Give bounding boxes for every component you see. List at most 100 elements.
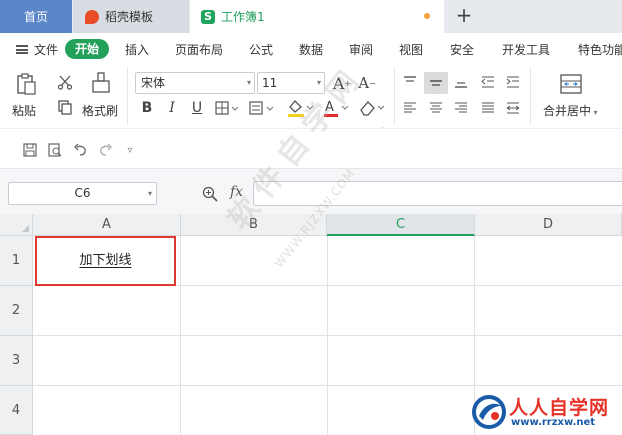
tab-template-label: 稻壳模板 [105, 10, 154, 24]
chevron-down-icon: ▾ [591, 108, 598, 117]
paint-brush-icon [92, 72, 110, 93]
save-button[interactable] [22, 142, 38, 158]
menu-bar: 文件 开始 插入 页面布局 公式 数据 审阅 视图 安全 开发工具 特色功能 [0, 33, 622, 66]
increase-font-button[interactable]: A + [332, 73, 352, 93]
ribbon-separator [127, 68, 128, 124]
svg-text:A: A [325, 100, 334, 115]
site-logo-name: 人人自学网 [509, 397, 610, 419]
tab-home-label: 首页 [23, 10, 48, 24]
cut-button[interactable] [55, 72, 75, 92]
increase-indent-button[interactable] [505, 74, 521, 90]
print-preview-button[interactable] [47, 142, 63, 158]
quick-access-toolbar: ▿ [0, 128, 622, 168]
font-name-select[interactable]: 宋体 ▾ [135, 72, 255, 94]
align-center-button[interactable] [428, 100, 444, 116]
paste-icon [17, 73, 36, 95]
menu-file[interactable]: 文件 [16, 41, 58, 58]
copy-button[interactable] [55, 97, 75, 117]
merge-center-button[interactable] [558, 71, 584, 97]
new-tab-button[interactable]: + [453, 5, 475, 27]
font-size-value: 11 [262, 76, 278, 90]
menu-security[interactable]: 安全 [450, 41, 474, 58]
tab-bar: 首页 稻壳模板 S 工作簿1 + [0, 0, 622, 33]
align-bottom-icon [455, 82, 467, 88]
merge-center-label: 合并居中 ▾ [543, 102, 598, 119]
distributed-button[interactable] [505, 100, 521, 116]
menu-insert[interactable]: 插入 [125, 41, 149, 58]
chevron-down-icon: ▾ [316, 78, 321, 87]
fill-color-button[interactable] [285, 97, 315, 119]
save-icon [23, 143, 37, 157]
fill-pattern-icon [249, 101, 274, 115]
align-left-button[interactable] [402, 100, 418, 116]
italic-button[interactable]: I [164, 99, 180, 117]
distribute-icon [506, 102, 520, 114]
align-middle-button[interactable] [428, 75, 444, 91]
font-color-button[interactable]: A [321, 97, 351, 119]
menu-formulas[interactable]: 公式 [249, 41, 273, 58]
menu-page-layout[interactable]: 页面布局 [175, 41, 223, 58]
indent-icon [506, 76, 519, 88]
merge-cells-icon [560, 74, 582, 94]
copy-icon [58, 100, 72, 115]
menu-developer[interactable]: 开发工具 [502, 41, 550, 58]
justify-button[interactable] [480, 100, 496, 116]
row-header-4[interactable]: 4 [0, 386, 33, 435]
tab-template[interactable]: 稻壳模板 [73, 0, 189, 33]
menu-view[interactable]: 视图 [399, 41, 423, 58]
borders-icon [215, 101, 239, 115]
row-header-2[interactable]: 2 [0, 286, 33, 336]
column-header-b[interactable]: B [181, 214, 327, 236]
chevron-down-icon: ▾ [147, 189, 152, 198]
tab-workbook[interactable]: S 工作簿1 [190, 0, 444, 33]
row-header-1[interactable]: 1 [0, 236, 33, 286]
decrease-font-button[interactable]: A − [357, 73, 377, 93]
unsaved-dot-icon [424, 13, 430, 19]
align-right-button[interactable] [453, 100, 469, 116]
font-size-select[interactable]: 11 ▾ [257, 72, 325, 94]
tab-home[interactable]: 首页 [0, 0, 72, 33]
column-header-c[interactable]: C [327, 214, 475, 236]
align-top-icon [404, 76, 416, 82]
cell-a1[interactable]: 加下划线 [35, 236, 176, 286]
undo-button[interactable] [72, 142, 88, 158]
column-header-d[interactable]: D [475, 214, 622, 236]
menu-features[interactable]: 特色功能 [578, 41, 622, 58]
outdent-icon [481, 76, 494, 88]
redo-icon [100, 143, 112, 156]
align-bottom-button[interactable] [453, 74, 469, 90]
align-right-icon [455, 102, 467, 113]
insert-function-button[interactable]: fx [230, 184, 243, 200]
daoke-logo-icon [85, 9, 99, 24]
grid-line [33, 335, 622, 336]
borders-button[interactable] [214, 99, 240, 117]
decrease-indent-button[interactable] [480, 74, 496, 90]
menu-review[interactable]: 审阅 [349, 41, 373, 58]
merge-center-text: 合并居中 [543, 104, 592, 118]
format-painter-button[interactable] [90, 70, 112, 96]
underline-button[interactable]: U [189, 99, 205, 117]
menu-data[interactable]: 数据 [299, 41, 323, 58]
select-all-corner[interactable] [0, 214, 33, 236]
site-logo-icon [472, 395, 506, 429]
chevron-down-icon: ▾ [246, 78, 251, 87]
name-box[interactable]: C6 ▾ [8, 182, 157, 205]
ribbon-separator [394, 68, 395, 124]
align-top-button[interactable] [402, 74, 418, 90]
format-painter-label: 格式刷 [82, 104, 119, 118]
zoom-icon[interactable] [202, 186, 218, 202]
fill-pattern-button[interactable] [248, 99, 276, 117]
customize-qat-chevron-icon[interactable]: ▿ [124, 142, 136, 158]
align-left-icon [404, 102, 416, 113]
menu-home-tab[interactable]: 开始 [65, 39, 109, 59]
column-header-a[interactable]: A [33, 214, 181, 236]
site-logo-url: www.rrzxw.net [511, 417, 596, 428]
row-header-3[interactable]: 3 [0, 336, 33, 386]
paste-button[interactable] [12, 70, 40, 98]
clear-button[interactable] [357, 97, 387, 119]
align-center-icon [430, 102, 442, 113]
formula-input[interactable] [253, 181, 622, 206]
hamburger-icon [16, 45, 28, 54]
redo-button[interactable] [98, 142, 114, 158]
bold-button[interactable]: B [139, 99, 155, 117]
